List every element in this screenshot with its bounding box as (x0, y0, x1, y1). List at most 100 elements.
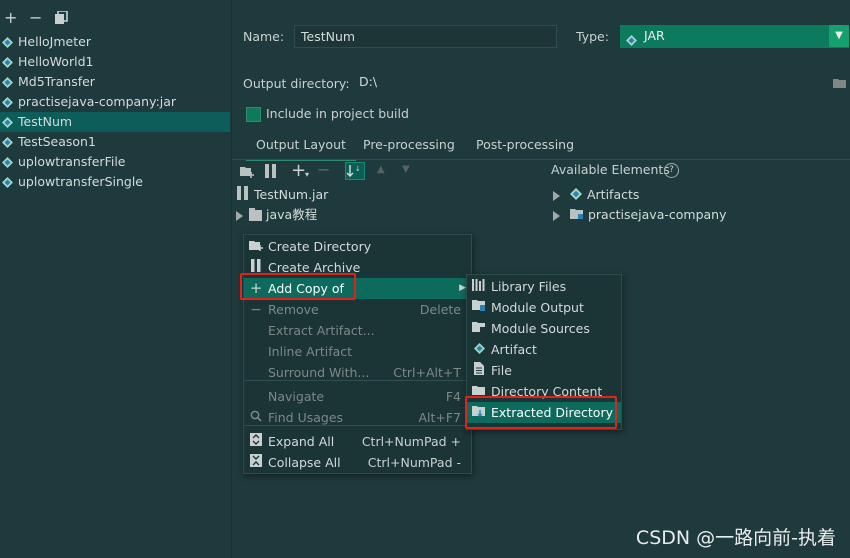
archive-icon[interactable] (265, 164, 277, 181)
remove-element-icon: − (317, 160, 331, 179)
artifact-label: TestNum (18, 114, 73, 129)
type-combo[interactable]: JAR ▼ (620, 25, 849, 48)
artifact-icon (2, 77, 13, 88)
folder-plus-icon[interactable] (240, 165, 255, 181)
annotation-box-extracted-directory (465, 396, 617, 429)
artifact-icon (2, 97, 13, 108)
dropdown-arrow-icon: ▾ (305, 170, 310, 179)
artifact-label: practisejava-company:jar (18, 94, 177, 109)
artifact-item[interactable]: uplowtransferSingle (0, 172, 230, 192)
tree-child-label: java教程 (266, 207, 318, 222)
submenu-item-label: Module Sources (491, 321, 590, 336)
artifact-icon (471, 339, 487, 360)
help-icon[interactable]: ? (664, 163, 679, 178)
menu-item-label: Extract Artifact... (268, 323, 375, 338)
folder-icon (249, 208, 262, 221)
folder-plus-icon (248, 236, 264, 257)
submenu-item-file[interactable]: File (467, 360, 621, 381)
module-icon (569, 206, 584, 226)
add-copy-icon[interactable]: + (291, 160, 306, 181)
artifact-item[interactable]: TestSeason1 (0, 132, 230, 152)
menu-item-shortcut: Ctrl+NumPad + (361, 434, 461, 449)
artifact-icon (2, 117, 13, 128)
artifact-icon (2, 37, 13, 48)
menu-separator (244, 425, 471, 426)
tab-post-processing[interactable]: Post-processing (476, 135, 574, 159)
submenu-item-module-output[interactable]: Module Output (467, 297, 621, 318)
available-artifacts-label: Artifacts (586, 187, 640, 202)
artifact-label: uplowtransferSingle (18, 174, 143, 189)
artifact-icon (2, 57, 13, 68)
expand-arrow-icon[interactable] (553, 190, 560, 201)
available-artifacts[interactable]: Artifacts (553, 185, 639, 205)
tree-child[interactable]: java教程 (236, 205, 317, 225)
menu-item-label: Create Directory (268, 239, 372, 254)
menu-item-shortcut: Ctrl+NumPad - (367, 455, 461, 470)
output-dir-field[interactable]: D:\ (353, 71, 849, 95)
artifact-item[interactable]: TestNum (0, 112, 230, 132)
menu-item-navigate: Navigate F4 (244, 386, 471, 407)
artifact-item[interactable]: practisejava-company:jar (0, 92, 230, 112)
artifact-item[interactable]: uplowtransferFile (0, 152, 230, 172)
submenu-arrow-icon: ▶ (459, 283, 466, 293)
expand-icon (248, 431, 264, 452)
submenu-item-label: Artifact (491, 342, 537, 357)
artifact-label: Md5Transfer (18, 74, 95, 89)
artifact-item[interactable]: HelloJmeter (0, 32, 230, 52)
submenu-item-artifact[interactable]: Artifact (467, 339, 621, 360)
menu-item-remove: − Remove Delete (244, 299, 471, 320)
add-icon[interactable]: + (4, 8, 17, 28)
name-field[interactable]: TestNum (294, 25, 557, 48)
menu-item-create-directory[interactable]: Create Directory (244, 236, 471, 257)
module-output-icon (471, 297, 487, 318)
minus-icon: − (250, 302, 262, 318)
menu-item-shortcut: F4 (445, 389, 461, 404)
move-down-icon: ▼ (402, 164, 410, 175)
annotation-box-add-copy (240, 273, 356, 300)
menu-item-inline-artifact: Inline Artifact (244, 341, 471, 362)
folder-browse-icon[interactable] (833, 77, 847, 92)
artifact-item[interactable]: Md5Transfer (0, 72, 230, 92)
available-module-label: practisejava-company (587, 207, 727, 222)
jar-archive-icon (237, 185, 249, 206)
library-icon (471, 276, 487, 297)
module-sources-icon (471, 318, 487, 339)
tab-output-layout[interactable]: Output Layout (246, 135, 356, 161)
artifact-label: HelloJmeter (18, 34, 91, 49)
remove-icon[interactable]: − (29, 8, 42, 28)
move-up-icon: ▲ (377, 164, 385, 175)
name-label: Name: (243, 29, 285, 44)
artifact-icon (569, 186, 582, 206)
type-label: Type: (576, 29, 609, 44)
file-icon (471, 360, 487, 381)
output-dir-label: Output directory: (243, 76, 350, 91)
artifact-icon (2, 137, 13, 148)
jar-icon (626, 31, 637, 53)
menu-item-label: Inline Artifact (268, 344, 353, 359)
svg-text:↓: ↓ (355, 165, 361, 173)
menu-item-expand-all[interactable]: Expand All Ctrl+NumPad + (244, 431, 471, 452)
include-checkbox[interactable] (246, 107, 261, 122)
tab-pre-processing[interactable]: Pre-processing (363, 135, 455, 159)
chevron-down-icon[interactable]: ▼ (829, 25, 849, 47)
artifact-icon (2, 177, 13, 188)
sort-icon[interactable]: ↓ (345, 162, 365, 180)
artifact-item[interactable]: HelloWorld1 (0, 52, 230, 72)
expand-arrow-icon[interactable] (236, 210, 243, 221)
expand-arrow-icon[interactable] (553, 210, 560, 221)
type-value: JAR (644, 28, 665, 43)
menu-item-extract-artifact: Extract Artifact... (244, 320, 471, 341)
menu-separator (244, 380, 471, 381)
artifact-label: HelloWorld1 (18, 54, 94, 69)
submenu-item-label: File (491, 363, 512, 378)
watermark: CSDN @一路向前-执着 (635, 527, 836, 549)
submenu-item-label: Library Files (491, 279, 567, 294)
menu-item-collapse-all[interactable]: Collapse All Ctrl+NumPad - (244, 452, 471, 473)
submenu-item-library-files[interactable]: Library Files (467, 276, 621, 297)
available-module[interactable]: practisejava-company (553, 205, 726, 225)
tree-root-label: TestNum.jar (254, 187, 329, 202)
submenu-item-module-sources[interactable]: Module Sources (467, 318, 621, 339)
copy-icon[interactable] (55, 10, 68, 30)
tree-root[interactable]: TestNum.jar (237, 185, 328, 205)
menu-item-label: Expand All (268, 434, 335, 449)
